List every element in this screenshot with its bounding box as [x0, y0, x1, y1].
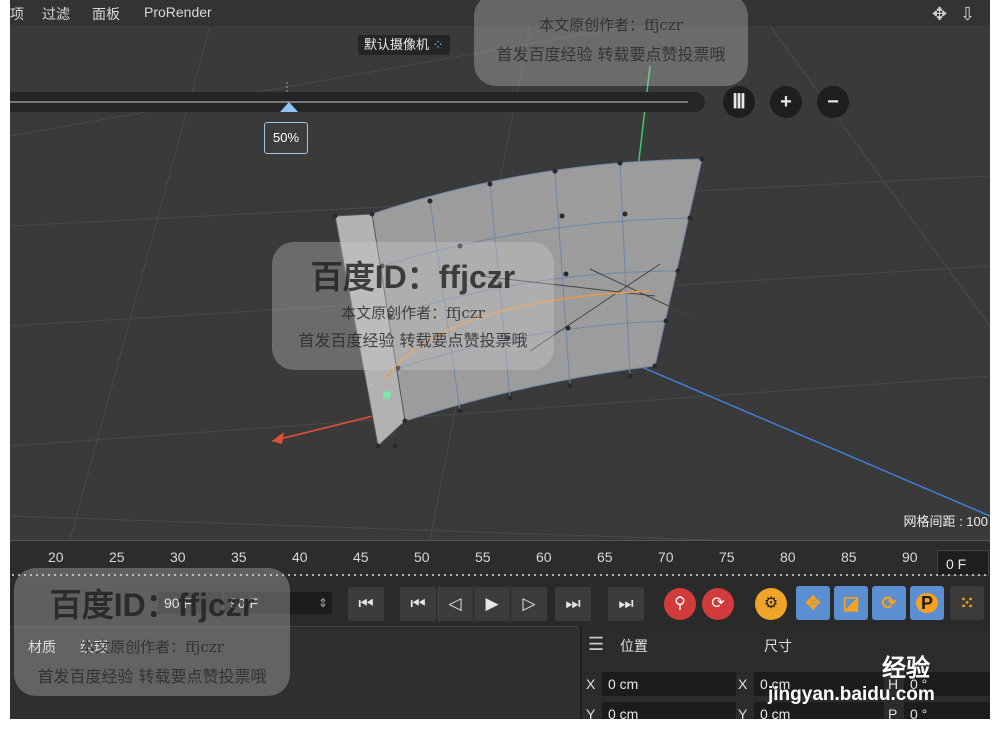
timeline-tick: 65: [597, 549, 613, 565]
gear-icon[interactable]: ⚙: [755, 588, 787, 620]
move-view-icon[interactable]: ✥: [932, 4, 947, 25]
timeline-tick: 40: [292, 549, 308, 565]
x-label: X: [586, 676, 596, 692]
zoom-in-button[interactable]: +: [770, 86, 802, 118]
watermark-repost: 首发百度经验 转载要点赞投票哦: [298, 331, 528, 350]
zoom-slider-handle[interactable]: [280, 102, 298, 112]
y-label: Y: [586, 706, 596, 719]
position-label: 位置: [620, 638, 648, 654]
key-record-icon[interactable]: ⚲: [664, 588, 696, 620]
zoom-slider[interactable]: [10, 92, 705, 112]
watermark-author: 本文原创作者：ffjczr: [80, 638, 224, 656]
timeline-tick: 90: [902, 549, 918, 565]
watermark-center: 百度ID：ffjczr 本文原创作者：ffjczr 首发百度经验 转载要点赞投票…: [272, 242, 554, 370]
timeline-tick: 35: [231, 549, 247, 565]
c4d-window: 项 过滤 面板 ProRender ✥ ⇩ 默认摄像机 ⁘ 50% Ⅲ + − …: [10, 0, 990, 719]
param-label: P: [915, 593, 938, 613]
timeline-tick: 50: [414, 549, 430, 565]
hamburger-icon[interactable]: ☰: [588, 634, 604, 655]
x-size-label: X: [738, 676, 748, 692]
timeline-tick: 45: [353, 549, 369, 565]
move-icon[interactable]: ✥: [796, 586, 830, 620]
spinner-icon[interactable]: ⇕: [318, 592, 328, 614]
menu-item-panel[interactable]: 面板: [92, 4, 120, 24]
menu-item-view[interactable]: 项: [10, 4, 24, 24]
param-icon[interactable]: P: [910, 586, 944, 620]
zoom-percent-label: 50%: [264, 122, 308, 154]
rotate-icon[interactable]: ⟳: [872, 586, 906, 620]
prev-frame-icon[interactable]: ◁: [437, 587, 473, 621]
watermark-repost: 首发百度经验 转载要点赞投票哦: [37, 667, 267, 686]
zoom-slider-track: [10, 101, 688, 103]
watermark-bottom: 百度ID：ffjczr 本文原创作者：ffjczr 首发百度经验 转载要点赞投票…: [14, 568, 290, 696]
next-frame-icon[interactable]: ▷: [511, 587, 547, 621]
columns-button[interactable]: Ⅲ: [723, 86, 755, 118]
go-end-icon[interactable]: ⏭: [608, 587, 644, 621]
watermark-top: 本文原创作者：ffjczr 首发百度经验 转载要点赞投票哦: [474, 0, 748, 86]
download-arrow-icon[interactable]: ⇩: [960, 4, 975, 25]
site-watermark-cn: 经验: [882, 655, 930, 682]
x-position-field[interactable]: 0 cm: [602, 672, 736, 696]
y-position-field[interactable]: 0 cm: [602, 702, 736, 719]
site-watermark-url: jingyan.baidu.com: [768, 684, 935, 705]
timeline-tick: 25: [109, 549, 125, 565]
site-watermark: 经验 jingyan.baidu.com: [760, 648, 960, 710]
dots-grid-icon[interactable]: ⁙: [950, 586, 984, 620]
timeline-tick: 55: [475, 549, 491, 565]
zoom-out-button[interactable]: −: [817, 86, 849, 118]
play-icon[interactable]: ▶: [474, 587, 510, 621]
next-key-icon[interactable]: ⏭: [555, 587, 591, 621]
menu-item-filter[interactable]: 过滤: [42, 4, 70, 24]
watermark-id: 百度ID：ffjczr: [49, 587, 255, 623]
watermark-id: 百度ID：ffjczr: [310, 259, 516, 295]
watermark-author: 本文原创作者：ffjczr: [539, 16, 683, 34]
autokey-icon[interactable]: ⟳: [702, 588, 734, 620]
timeline-tick: 75: [719, 549, 735, 565]
grid-spacing-label: 网格间距 : 100: [903, 514, 988, 529]
timeline-tick: 30: [170, 549, 186, 565]
camera-label[interactable]: 默认摄像机 ⁘: [358, 35, 450, 55]
menu-item-prorender[interactable]: ProRender: [144, 4, 212, 20]
x-axis-arrow: [272, 432, 284, 444]
camera-label-text: 默认摄像机: [364, 37, 430, 52]
scale-icon[interactable]: ◪: [834, 586, 868, 620]
go-start-icon[interactable]: ⏮: [348, 587, 384, 621]
camera-dots-icon: ⁘: [432, 37, 444, 52]
watermark-author: 本文原创作者：ffjczr: [341, 304, 485, 322]
timeline-tick: 70: [658, 549, 674, 565]
timeline-tick: 60: [536, 549, 552, 565]
timeline-tick: 80: [780, 549, 796, 565]
y-size-label: Y: [738, 706, 748, 719]
selected-point[interactable]: [383, 391, 391, 399]
timeline-tick: 85: [841, 549, 857, 565]
watermark-repost: 首发百度经验 转载要点赞投票哦: [496, 45, 726, 64]
timeline-tick: 20: [48, 549, 64, 565]
prev-key-icon[interactable]: ⏮: [400, 587, 436, 621]
